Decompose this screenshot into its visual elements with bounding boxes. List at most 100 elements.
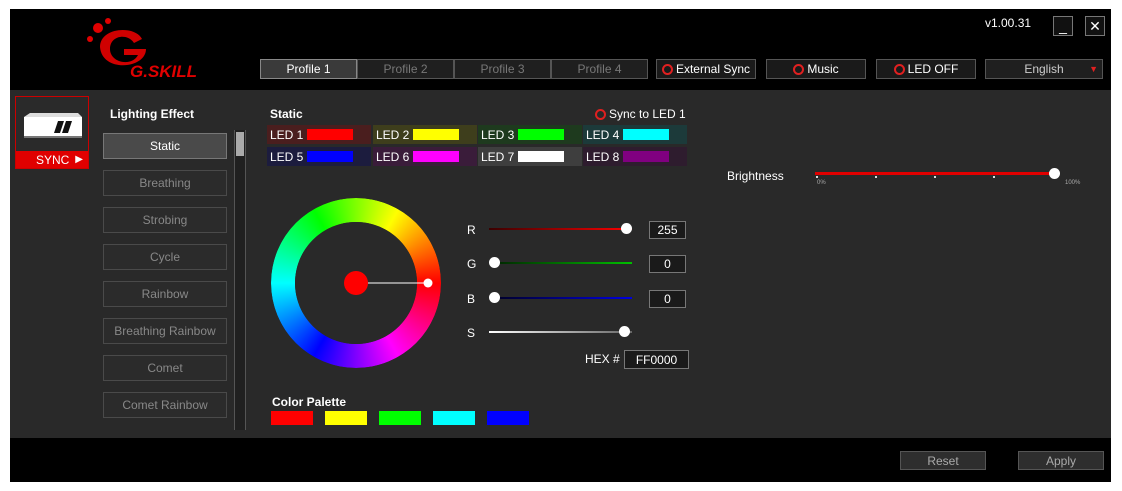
hex-label: HEX # (585, 352, 620, 366)
radio-ring-icon (893, 63, 905, 75)
palette-swatch-blue[interactable] (487, 411, 529, 425)
language-select[interactable]: English ▼ (985, 59, 1103, 79)
play-arrow-icon: ▶ (75, 154, 83, 165)
s-slider[interactable] (489, 331, 632, 333)
led-color-swatch (413, 129, 459, 140)
effects-scrollbar[interactable] (234, 130, 246, 430)
brightness-slider[interactable] (815, 172, 1056, 175)
b-slider-knob[interactable] (489, 292, 500, 303)
effect-cycle-button[interactable]: Cycle (103, 244, 227, 270)
color-wheel[interactable] (271, 198, 441, 368)
s-slider-knob[interactable] (619, 326, 630, 337)
led-label: LED 3 (481, 127, 515, 142)
tab-profile-4[interactable]: Profile 4 (551, 59, 648, 79)
g-label: G (467, 257, 477, 271)
palette-swatch-cyan[interactable] (433, 411, 475, 425)
ram-module-icon (24, 113, 82, 138)
device-card[interactable]: SYNC ▶ (15, 96, 89, 169)
sync-to-led1-label: Sync to LED 1 (609, 107, 686, 121)
led-label: LED 8 (586, 149, 620, 164)
music-label: Music (807, 62, 839, 76)
effect-static-button[interactable]: Static (103, 133, 227, 159)
led-color-swatch (623, 129, 669, 140)
radio-ring-icon (595, 108, 606, 120)
effect-rainbow-button[interactable]: Rainbow (103, 281, 227, 307)
scrollbar-thumb[interactable] (236, 132, 244, 156)
apply-button[interactable]: Apply (1018, 451, 1104, 470)
led-color-swatch (518, 151, 564, 162)
led-color-swatch (518, 129, 564, 140)
brightness-label: Brightness (727, 169, 784, 183)
radio-ring-icon (661, 63, 673, 75)
palette-swatch-green[interactable] (379, 411, 421, 425)
led-cell-8[interactable]: LED 8 (583, 147, 687, 166)
version-label: v1.00.31 (985, 16, 1032, 30)
led-color-swatch (307, 129, 353, 140)
led-cell-3[interactable]: LED 3 (478, 125, 582, 144)
b-label: B (467, 292, 476, 306)
b-value-input[interactable]: 0 (649, 290, 686, 308)
led-cell-1[interactable]: LED 1 (267, 125, 371, 144)
external-sync-button[interactable]: External Sync (656, 59, 756, 79)
led-cell-6[interactable]: LED 6 (373, 147, 477, 166)
effect-strobing-button[interactable]: Strobing (103, 207, 227, 233)
wheel-handle (423, 278, 433, 288)
b-slider[interactable] (489, 297, 632, 299)
brightness-tick (934, 176, 936, 178)
dropdown-arrow-icon: ▼ (1089, 64, 1098, 74)
r-slider[interactable] (489, 228, 632, 230)
led-label: LED 4 (586, 127, 620, 142)
logo-wordmark: G.SKILL (130, 62, 197, 81)
minimize-button[interactable]: _ (1053, 16, 1073, 36)
led-label: LED 7 (481, 149, 515, 164)
brightness-tick (816, 176, 818, 178)
current-color-dot (344, 271, 368, 295)
led-off-button[interactable]: LED OFF (876, 59, 976, 79)
hex-input[interactable]: FF0000 (624, 350, 689, 369)
effect-comet-rainbow-button[interactable]: Comet Rainbow (103, 392, 227, 418)
led-color-swatch (307, 151, 353, 162)
brightness-knob[interactable] (1049, 168, 1060, 179)
close-button[interactable]: ✕ (1085, 16, 1105, 36)
led-cell-4[interactable]: LED 4 (583, 125, 687, 144)
led-off-label: LED OFF (907, 62, 959, 76)
brightness-max-label: 100% (1065, 180, 1081, 186)
tab-profile-3[interactable]: Profile 3 (454, 59, 551, 79)
lighting-effect-title: Lighting Effect (110, 107, 194, 121)
close-icon: ✕ (1089, 17, 1101, 34)
radio-ring-icon (793, 63, 805, 75)
color-palette-title: Color Palette (272, 395, 347, 409)
effect-comet-button[interactable]: Comet (103, 355, 227, 381)
s-label: S (467, 326, 476, 340)
brightness-tick (875, 176, 877, 178)
tab-profile-1[interactable]: Profile 1 (260, 59, 357, 79)
led-cell-5[interactable]: LED 5 (267, 147, 371, 166)
sync-to-led1-toggle[interactable]: Sync to LED 1 (595, 107, 686, 121)
led-color-swatch (623, 151, 669, 162)
palette-swatch-yellow[interactable] (325, 411, 367, 425)
g-slider-knob[interactable] (489, 257, 500, 268)
effect-breathing-button[interactable]: Breathing (103, 170, 227, 196)
static-panel-title: Static (270, 107, 303, 121)
external-sync-label: External Sync (675, 62, 751, 76)
sync-label: SYNC (36, 152, 70, 167)
led-label: LED 2 (376, 127, 410, 142)
g-value-input[interactable]: 0 (649, 255, 686, 273)
led-cell-7[interactable]: LED 7 (478, 147, 582, 166)
main-panel: SYNC ▶ Lighting Effect Static Breathing … (10, 90, 1111, 438)
reset-button[interactable]: Reset (900, 451, 986, 470)
brightness-tick (993, 176, 995, 178)
r-slider-knob[interactable] (621, 223, 632, 234)
r-value-input[interactable]: 255 (649, 221, 686, 239)
app-window: G.SKILL v1.00.31 _ ✕ Profile 1 Profile 2… (10, 9, 1111, 482)
led-label: LED 5 (270, 149, 304, 164)
effect-breathing-rainbow-button[interactable]: Breathing Rainbow (103, 318, 227, 344)
led-cell-2[interactable]: LED 2 (373, 125, 477, 144)
sync-button[interactable]: SYNC ▶ (16, 151, 88, 168)
g-slider[interactable] (489, 262, 632, 264)
music-button[interactable]: Music (766, 59, 866, 79)
language-value: English (1024, 62, 1064, 76)
tab-profile-2[interactable]: Profile 2 (357, 59, 454, 79)
palette-swatch-red[interactable] (271, 411, 313, 425)
led-color-swatch (413, 151, 459, 162)
